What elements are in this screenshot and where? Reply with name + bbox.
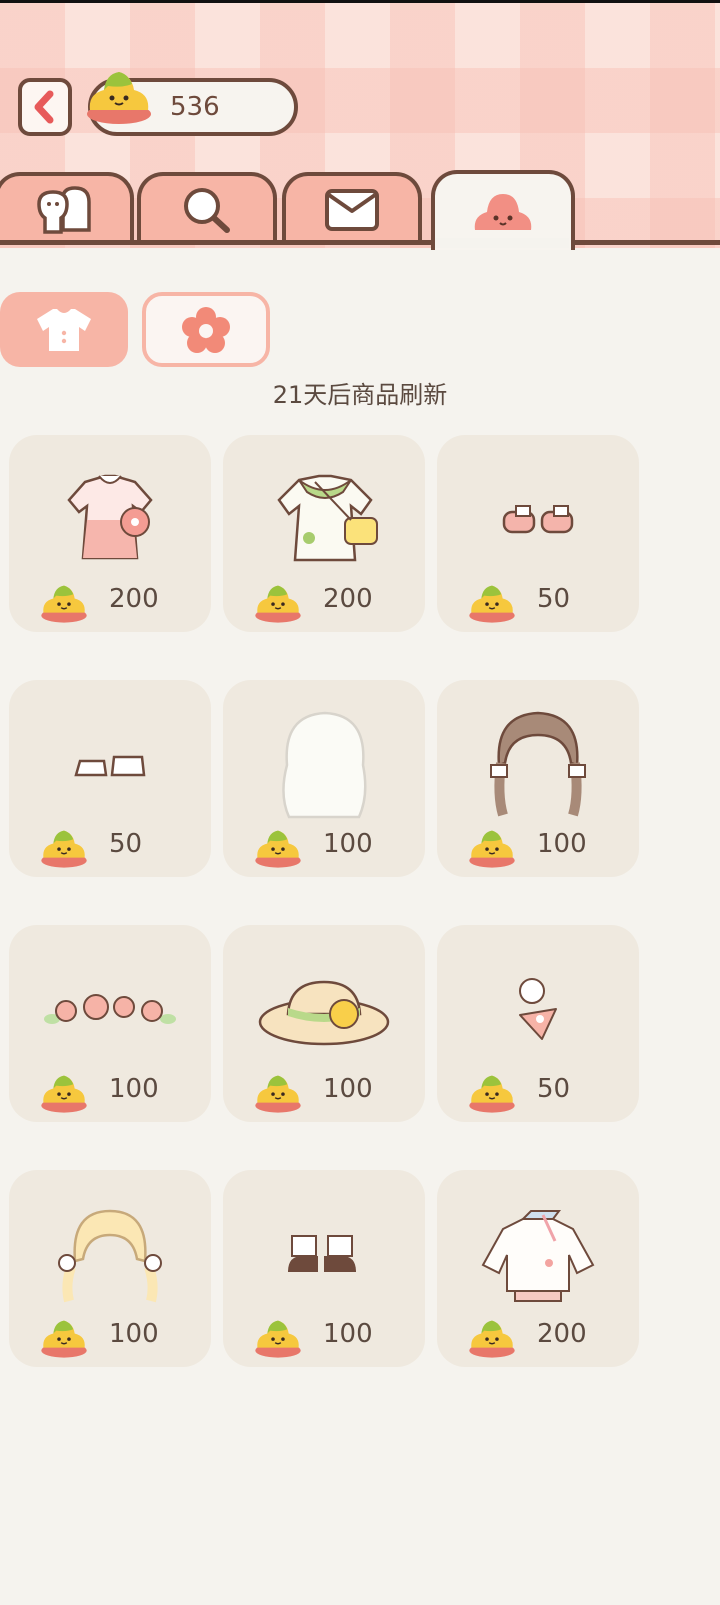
coin-icon bbox=[467, 580, 517, 628]
item-price: 100 bbox=[323, 1074, 373, 1104]
coin-icon bbox=[253, 1315, 303, 1363]
coin-icon bbox=[253, 1070, 303, 1118]
shop-item-card[interactable]: 100 bbox=[223, 925, 425, 1122]
coin-count: 536 bbox=[170, 92, 220, 122]
pink-shoes-icon bbox=[437, 455, 639, 585]
coin-icon bbox=[467, 1315, 517, 1363]
shop-item-card[interactable]: 50 bbox=[437, 435, 639, 632]
pink-floral-dress-icon bbox=[9, 455, 211, 585]
shop-item-card[interactable]: 100 bbox=[9, 925, 211, 1122]
item-price: 50 bbox=[109, 829, 143, 859]
subtab-flowers[interactable] bbox=[142, 292, 270, 367]
back-button[interactable] bbox=[18, 78, 72, 136]
white-wavy-hair-icon bbox=[223, 700, 425, 830]
blonde-pigtails-icon bbox=[9, 1190, 211, 1320]
item-price: 200 bbox=[323, 584, 373, 614]
flower-icon bbox=[182, 306, 230, 353]
item-price: 200 bbox=[537, 1319, 587, 1349]
coin-icon bbox=[39, 1070, 89, 1118]
coin-icon bbox=[467, 1070, 517, 1118]
shop-item-card[interactable]: 100 bbox=[9, 1170, 211, 1367]
item-price: 200 bbox=[109, 584, 159, 614]
flower-crown-icon bbox=[9, 945, 211, 1075]
shirt-icon bbox=[37, 308, 91, 351]
item-price: 100 bbox=[323, 829, 373, 859]
shop-item-card[interactable]: 200 bbox=[437, 1170, 639, 1367]
envelope-icon bbox=[325, 189, 379, 231]
pink-blob-icon bbox=[474, 194, 532, 230]
item-price: 100 bbox=[109, 1074, 159, 1104]
active-tab-gap bbox=[435, 238, 569, 248]
subtab-clothes[interactable] bbox=[0, 292, 128, 367]
coin-icon bbox=[467, 825, 517, 873]
white-shoes-icon bbox=[9, 700, 211, 830]
coin-icon bbox=[39, 1315, 89, 1363]
heart-hairpin-icon bbox=[437, 945, 639, 1075]
tab-mail[interactable] bbox=[282, 172, 422, 244]
item-price: 50 bbox=[537, 1074, 571, 1104]
tab-search[interactable] bbox=[137, 172, 277, 244]
tab-friends[interactable] bbox=[0, 172, 134, 244]
item-price: 50 bbox=[537, 584, 571, 614]
shop-item-card[interactable]: 200 bbox=[9, 435, 211, 632]
brown-boots-icon bbox=[223, 1190, 425, 1320]
coin-icon bbox=[39, 825, 89, 873]
coin-icon bbox=[39, 580, 89, 628]
shop-item-card[interactable]: 50 bbox=[9, 680, 211, 877]
ghost-friends-icon bbox=[37, 186, 91, 234]
coin-icon bbox=[253, 580, 303, 628]
coin-icon bbox=[253, 825, 303, 873]
item-price: 100 bbox=[109, 1319, 159, 1349]
chevron-left-icon bbox=[34, 90, 54, 124]
straw-hat-icon bbox=[223, 945, 425, 1075]
shop-item-card[interactable]: 100 bbox=[223, 680, 425, 877]
white-jacket-icon bbox=[437, 1190, 639, 1320]
coin-icon bbox=[84, 64, 154, 130]
green-dress-with-bag-icon bbox=[223, 455, 425, 585]
shop-item-card[interactable]: 100 bbox=[223, 1170, 425, 1367]
coin-counter: 536 bbox=[87, 72, 298, 136]
shop-item-card[interactable]: 200 bbox=[223, 435, 425, 632]
brown-braided-hair-icon bbox=[437, 700, 639, 830]
item-price: 100 bbox=[537, 829, 587, 859]
shop-item-card[interactable]: 50 bbox=[437, 925, 639, 1122]
tab-underline bbox=[0, 240, 720, 245]
magnifier-icon bbox=[184, 188, 230, 233]
refresh-countdown: 21天后商品刷新 bbox=[272, 381, 448, 409]
shop-item-card[interactable]: 100 bbox=[437, 680, 639, 877]
item-price: 100 bbox=[323, 1319, 373, 1349]
